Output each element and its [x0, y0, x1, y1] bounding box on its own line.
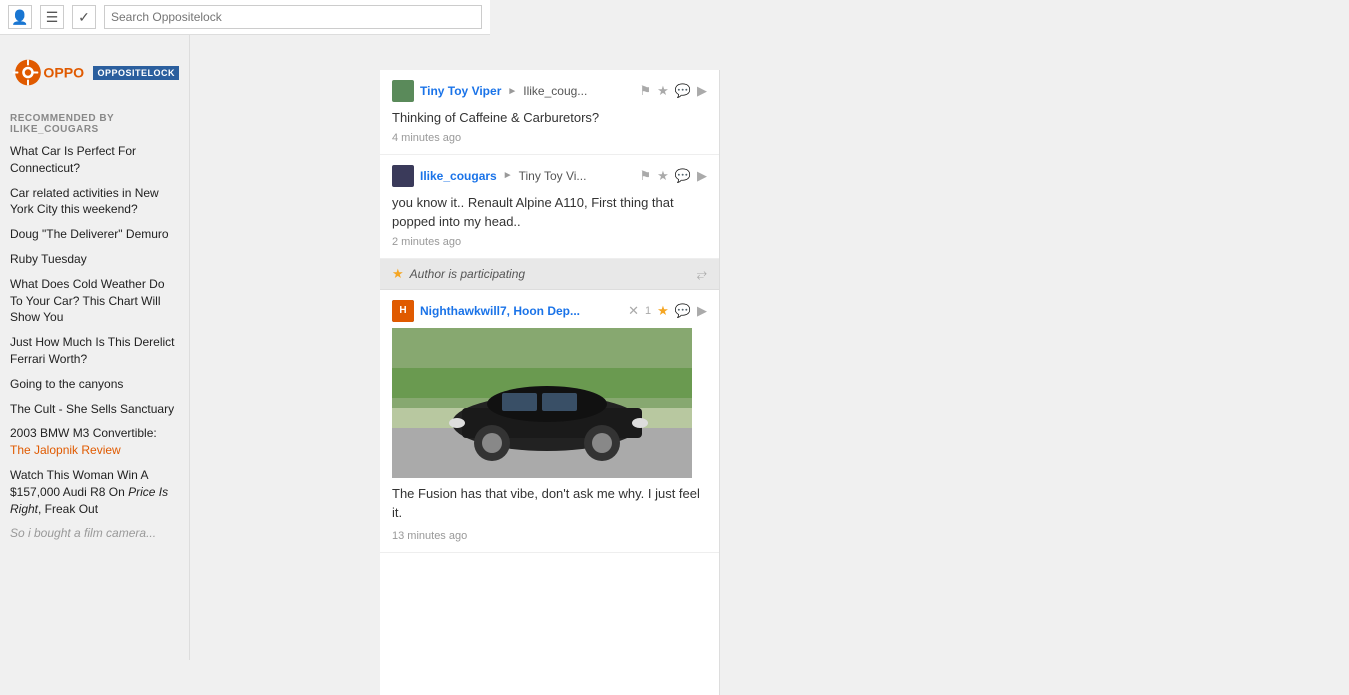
author-banner-middle: ★ Author is participating ⥂	[380, 259, 719, 290]
bubble-icon-2[interactable]: 💬	[675, 168, 691, 184]
more-icon-3[interactable]: ▶	[697, 303, 707, 319]
comment-block-1: Tiny Toy Viper ► Ilike_coug... ⚑ ★ 💬 ▶ T…	[380, 70, 719, 155]
person-icon-glyph: 👤	[11, 9, 28, 26]
check-icon[interactable]: ✓	[72, 5, 96, 29]
sidebar-item-camera[interactable]: So i bought a film camera...	[0, 521, 189, 546]
bubble-icon-3[interactable]: 💬	[675, 303, 691, 319]
star-count-3: 1	[645, 305, 651, 317]
recommended-label: RECOMMENDED BY ILIKE_COUGARS	[0, 105, 189, 139]
car-image-svg	[392, 328, 692, 478]
flag-icon-2[interactable]: ⚑	[640, 168, 652, 184]
flag-icon-1[interactable]: ⚑	[640, 83, 652, 99]
sidebar-item-canyons[interactable]: Going to the canyons	[0, 372, 189, 397]
sidebar-item-3[interactable]: Doug "The Deliverer" Demuro	[0, 222, 189, 247]
star-icon-banner-middle: ★	[392, 266, 404, 282]
star-icon-2[interactable]: ★	[657, 168, 669, 184]
arrow-icon: ►	[507, 86, 517, 97]
sidebar-item-2[interactable]: Car related activities in New York City …	[0, 181, 189, 223]
comment-text-3: The Fusion has that vibe, don't ask me w…	[392, 484, 707, 523]
person-icon[interactable]: 👤	[8, 5, 32, 29]
star-icon-3[interactable]: ★	[657, 303, 669, 319]
username-ilike-cougars[interactable]: Ilike_cougars	[420, 169, 497, 183]
sidebar-item-audi[interactable]: Watch This Woman Win A $157,000 Audi R8 …	[0, 463, 189, 521]
cross-icon-3[interactable]: ✕	[628, 303, 639, 319]
search-input[interactable]	[104, 5, 482, 29]
sidebar-item-5[interactable]: Just How Much Is This Derelict Ferrari W…	[0, 330, 189, 372]
more-icon-1[interactable]: ▶	[697, 83, 707, 99]
svg-text:OPPO: OPPO	[43, 65, 84, 81]
arrow-icon-2: ►	[503, 170, 513, 181]
comment-block-2: Ilike_cougars ► Tiny Toy Vi... ⚑ ★ 💬 ▶ y…	[380, 155, 719, 259]
sidebar-item-ruby-tuesday[interactable]: Ruby Tuesday	[0, 247, 189, 272]
author-banner-text-middle: Author is participating	[410, 267, 525, 281]
star-icon-1[interactable]: ★	[657, 83, 669, 99]
sidebar-item-cult[interactable]: The Cult - She Sells Sanctuary	[0, 397, 189, 422]
comment-text-2: you know it.. Renault Alpine A110, First…	[392, 193, 707, 232]
menu-icon-glyph: ☰	[46, 9, 59, 26]
oppositelock-label: OPPOSITELOCK	[93, 66, 179, 80]
comment-time-2: 2 minutes ago	[392, 236, 707, 248]
channel-name-1: Ilike_coug...	[523, 84, 587, 98]
bubble-icon-1[interactable]: 💬	[675, 83, 691, 99]
car-image	[392, 328, 692, 478]
expand-icon-middle[interactable]: ⥂	[697, 266, 707, 282]
comment-time-1: 4 minutes ago	[392, 132, 707, 144]
username-tiny-toy-viper[interactable]: Tiny Toy Viper	[420, 84, 501, 98]
oppo-logo: OPPO	[10, 50, 93, 95]
logo-area: OPPO OPPOSITELOCK	[0, 45, 189, 105]
avatar-ilike-cougars	[392, 165, 414, 187]
check-icon-glyph: ✓	[78, 9, 90, 26]
sidebar-item-1[interactable]: What Car Is Perfect For Connecticut?	[0, 139, 189, 181]
comment-block-3: H Nighthawkwill7, Hoon Dep... ✕ 1 ★ 💬 ▶	[380, 290, 719, 553]
channel-name-2: Tiny Toy Vi...	[519, 169, 587, 183]
sidebar-item-bmw[interactable]: 2003 BMW M3 Convertible: The Jalopnik Re…	[0, 421, 189, 463]
menu-icon[interactable]: ☰	[40, 5, 64, 29]
avatar-nighthawk: H	[392, 300, 414, 322]
comment-time-3: 13 minutes ago	[392, 530, 467, 542]
sidebar-item-4[interactable]: What Does Cold Weather Do To Your Car? T…	[0, 272, 189, 330]
avatar-tiny-toy-viper	[392, 80, 414, 102]
username-nighthawk[interactable]: Nighthawkwill7, Hoon Dep...	[420, 304, 580, 318]
more-icon-2[interactable]: ▶	[697, 168, 707, 184]
comment-text-1: Thinking of Caffeine & Carburetors?	[392, 108, 707, 128]
